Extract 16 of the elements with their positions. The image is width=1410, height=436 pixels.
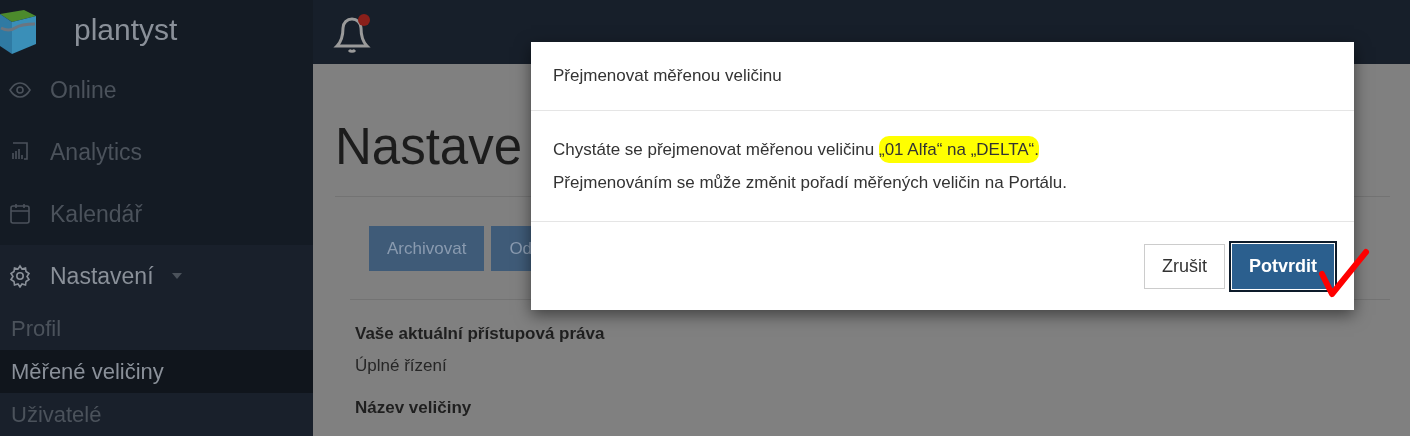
sidebar-item[interactable]: Nastavení (0, 245, 313, 307)
dialog-title: Přejmenovat měřenou veličinu (553, 65, 782, 88)
dialog-message: Přejmenováním se může změnit pořadí měřených veličin na Portálu. (553, 172, 1068, 194)
field-label: Vaše aktuální přístupová práva (355, 323, 606, 345)
checkmark-annotation-drawing (1318, 246, 1372, 300)
field-value: Úplné řízení (355, 355, 448, 377)
action-button[interactable]: Archivovat (369, 226, 485, 271)
confirm-button[interactable]: Potvrdit (1232, 243, 1334, 289)
dialog-message: Chystáte se přejmenovat měřenou veličinu „01 Alfa“ na „DELTA“. (553, 137, 1332, 162)
calendar-icon (8, 202, 32, 226)
field-label: Název veličiny (355, 397, 473, 419)
page-title: Nastave (335, 117, 523, 177)
sidebar-subitem[interactable]: Měřené veličiny (0, 350, 313, 393)
settings-icon (8, 264, 32, 288)
brand-name: plantyst (74, 12, 178, 48)
cancel-button[interactable]: Zrušit (1144, 243, 1225, 289)
